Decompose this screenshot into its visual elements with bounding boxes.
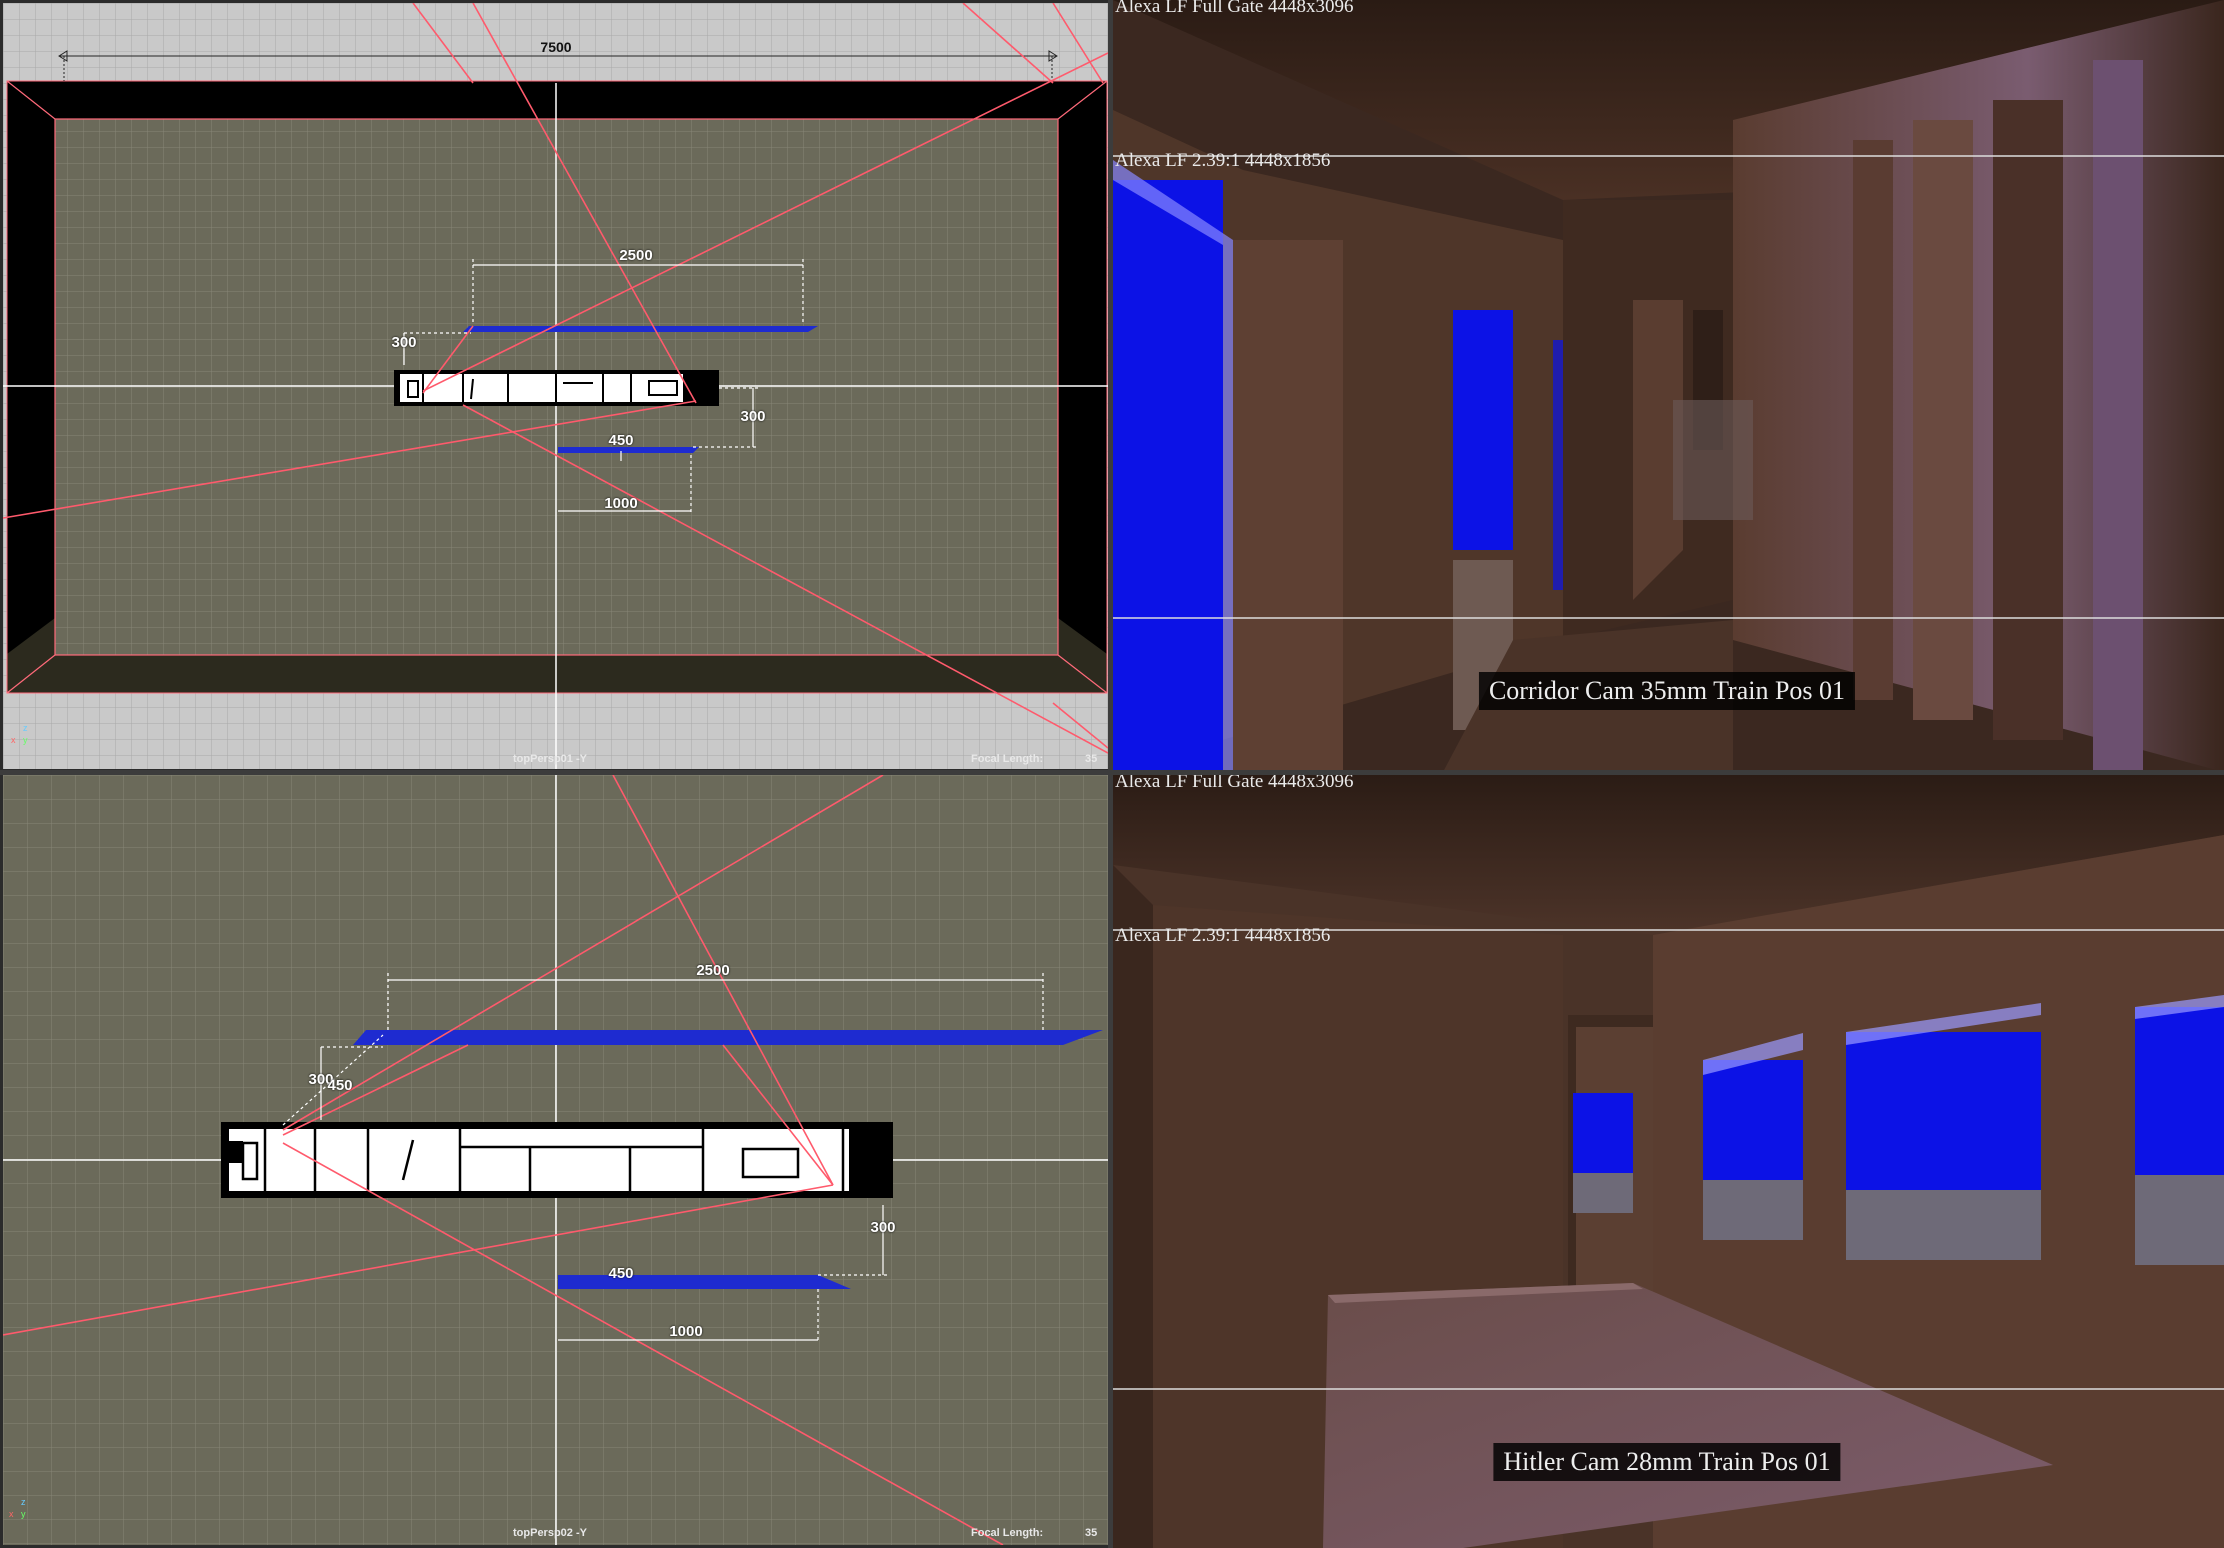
dim-offset-near: 450 (608, 432, 634, 449)
dim-screen-height-right: 300 (740, 408, 766, 425)
camera-name-label: topPersp02 -Y (513, 1527, 587, 1539)
gate-crop-label: Alexa LF 2.39:1 4448x1856 (1115, 925, 1331, 946)
camera-name-label: topPersp01 -Y (513, 753, 587, 765)
viewport-top-right[interactable]: Alexa LF Full Gate 4448x3096 Alexa LF 2.… (1113, 0, 2224, 772)
dim-screen-height-right: 300 (870, 1219, 896, 1236)
focal-length-label: Focal Length: (971, 1527, 1044, 1539)
dim-offset-x: 1000 (604, 495, 638, 512)
corridor-render (1113, 0, 2224, 772)
axis-z-label: z (21, 1497, 26, 1507)
focal-length-value: 35 (1085, 1527, 1098, 1539)
axis-gizmo-icon: z x y (9, 1497, 33, 1521)
axis-y-label: y (23, 735, 28, 745)
focal-length-value: 35 (1085, 753, 1098, 765)
viewport-divider-horizontal[interactable] (0, 770, 2224, 775)
gate-full-label: Alexa LF Full Gate 4448x3096 (1115, 0, 1354, 17)
camera-caption: Hitler Cam 28mm Train Pos 01 (1493, 1443, 1841, 1481)
axis-z-label: z (23, 723, 28, 733)
gate-full-label: Alexa LF Full Gate 4448x3096 (1115, 775, 1354, 792)
dim-offset-near: 450 (608, 1265, 634, 1282)
axis-x-label: x (11, 735, 16, 745)
dim-screen-length: 2500 (619, 247, 653, 264)
gate-crop-label: Alexa LF 2.39:1 4448x1856 (1115, 150, 1331, 171)
axis-gizmo-icon: z x y (11, 723, 35, 747)
axis-y-label: y (21, 1509, 26, 1519)
viewport-bottom-right[interactable]: Alexa LF Full Gate 4448x3096 Alexa LF 2.… (1113, 775, 2224, 1548)
hitler-cam-render (1113, 775, 2224, 1548)
focal-length-label: Focal Length: (971, 753, 1044, 765)
dim-offset-x: 1000 (669, 1323, 703, 1340)
viewport-top-left[interactable]: 7500 2500 300 300 450 1000 topPersp01 -Y… (3, 3, 1108, 769)
dim-screen-length: 2500 (696, 962, 730, 979)
viewport-bottom-left[interactable]: 2500 300 450 300 450 1000 topPersp02 -Y … (3, 775, 1108, 1545)
top-left-scene (3, 3, 1108, 769)
axis-x-label: x (9, 1509, 14, 1519)
dim-width-total: 7500 (540, 39, 572, 55)
bottom-left-scene (3, 775, 1108, 1545)
dim-screen-offset-left: 450 (327, 1077, 353, 1094)
dim-screen-height-left: 300 (391, 334, 417, 351)
camera-caption: Corridor Cam 35mm Train Pos 01 (1478, 672, 1856, 710)
